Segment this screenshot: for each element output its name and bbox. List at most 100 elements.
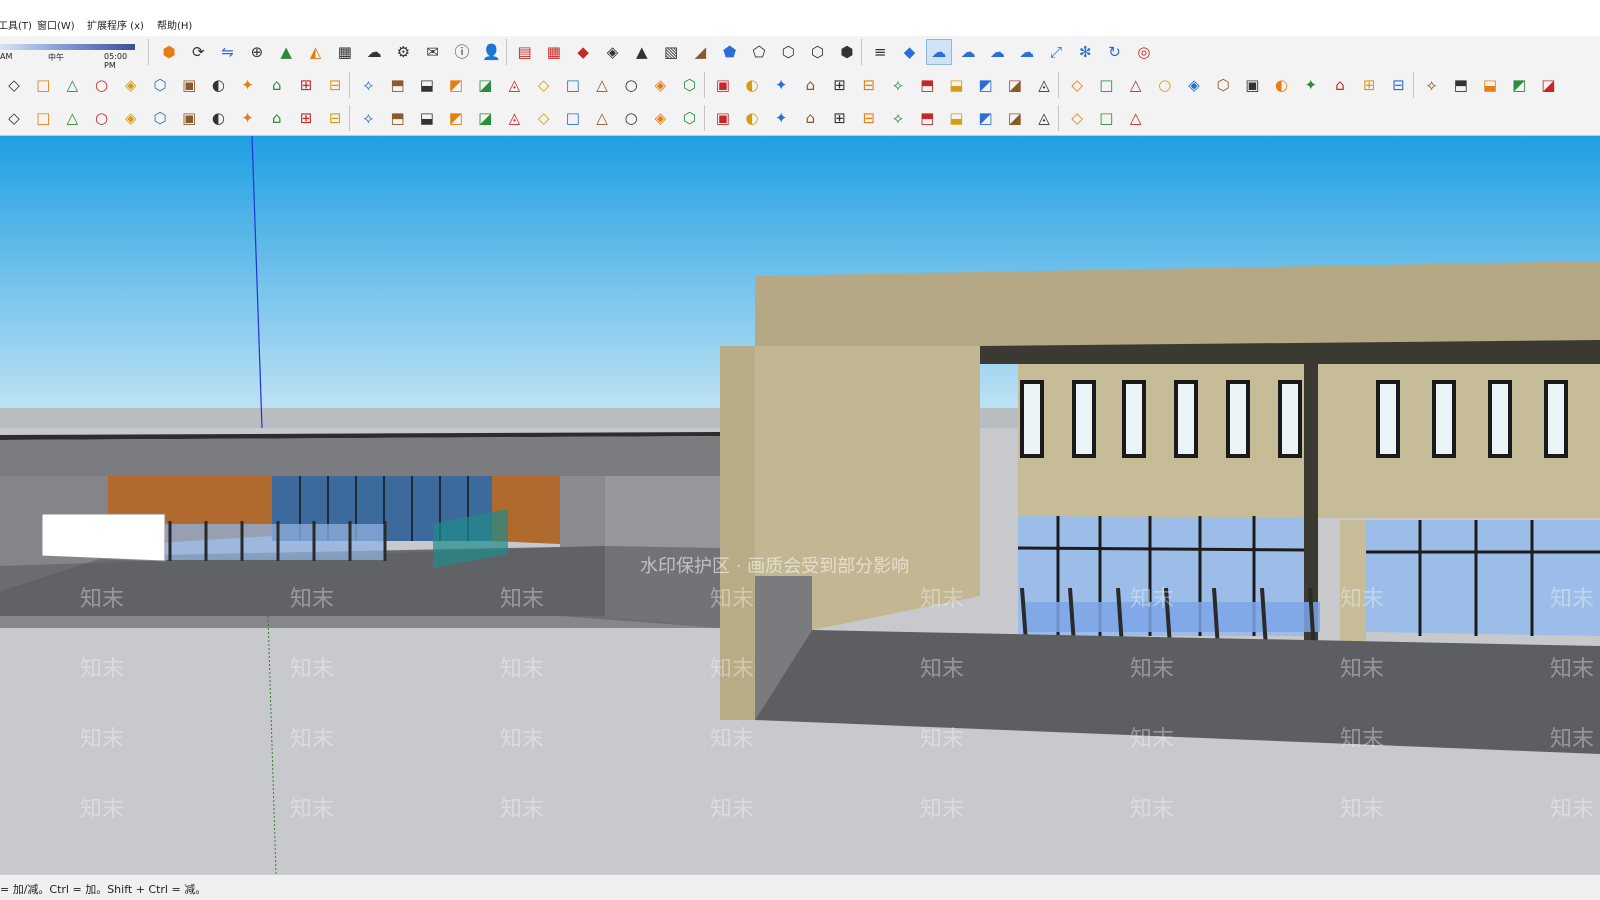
diagonal-icon[interactable]: △ <box>60 106 84 130</box>
network-icon[interactable]: ✻ <box>1073 40 1097 64</box>
cube-blue-alt-icon[interactable]: ◩ <box>974 106 998 130</box>
photo-icon[interactable]: ○ <box>1153 73 1177 97</box>
swap-red-icon[interactable]: ◬ <box>502 73 526 97</box>
scene-drawing[interactable]: 水印保护区 · 画质会受到部分影响 知末 知末 知末 知末 知末 知末 知末 知末知末 知末 知末… <box>0 136 1600 874</box>
spinner-orange-icon[interactable]: △ <box>1124 106 1148 130</box>
stamp-icon[interactable]: ◆ <box>571 40 595 64</box>
frame-icon[interactable]: ⊟ <box>323 106 347 130</box>
layers-icon[interactable]: ⬓ <box>1478 73 1502 97</box>
pages-icon[interactable]: □ <box>1094 106 1118 130</box>
checker-icon[interactable]: ▦ <box>333 40 357 64</box>
rotate-r-icon[interactable]: ◪ <box>473 106 497 130</box>
rotate-y-icon[interactable]: ⬓ <box>415 106 439 130</box>
cylinder-icon[interactable]: ⬡ <box>148 73 172 97</box>
smoove-icon[interactable]: ◈ <box>601 40 625 64</box>
peak-alt-icon[interactable]: ◬ <box>1032 106 1056 130</box>
grid-pink-icon[interactable]: ⬓ <box>944 106 968 130</box>
house-icon[interactable]: ◩ <box>974 73 998 97</box>
house-3d-icon[interactable]: ⟡ <box>886 73 910 97</box>
magnifier-icon[interactable]: ◐ <box>1270 73 1294 97</box>
user-icon[interactable]: 👤 <box>479 40 503 64</box>
compass-icon[interactable]: ○ <box>90 106 114 130</box>
cloud-share-icon[interactable]: ☁ <box>956 40 980 64</box>
chrome-icon[interactable]: ◎ <box>1132 40 1156 64</box>
s-red-icon[interactable]: ◐ <box>740 106 764 130</box>
arrow-up-red-icon[interactable]: ⊞ <box>828 73 852 97</box>
vase-icon[interactable]: ⬡ <box>678 73 702 97</box>
pill-icon[interactable]: ✦ <box>769 106 793 130</box>
tree-icon[interactable]: ▲ <box>274 40 298 64</box>
circle-arrow-icon[interactable]: ⊞ <box>294 73 318 97</box>
line-icon[interactable]: □ <box>561 73 585 97</box>
bookshelf-icon[interactable]: ✦ <box>236 106 260 130</box>
3d-text-icon[interactable]: △ <box>60 73 84 97</box>
wave-icon[interactable]: ⬓ <box>415 73 439 97</box>
check-cycle-icon[interactable]: ↻ <box>1103 40 1127 64</box>
link-icon[interactable]: ◐ <box>740 73 764 97</box>
stack-icon[interactable]: ≡ <box>868 40 892 64</box>
info-icon[interactable]: ⓘ <box>450 40 474 64</box>
folder-gold-icon[interactable]: ⌂ <box>798 73 822 97</box>
box-red-icon[interactable]: □ <box>561 106 585 130</box>
stair-alt-icon[interactable]: ✦ <box>236 73 260 97</box>
cloud-link-icon[interactable]: ☁ <box>925 39 952 65</box>
menu-tools[interactable]: 工具(T) <box>0 20 32 34</box>
tile-dark-icon[interactable]: ⟡ <box>1420 73 1444 97</box>
paint-icon[interactable]: ▲ <box>630 40 654 64</box>
cloud-icon[interactable]: ☁ <box>985 40 1009 64</box>
menu-help[interactable]: 帮助(H) <box>157 20 192 34</box>
figure-icon[interactable]: ⌂ <box>265 73 289 97</box>
cube-gray-icon[interactable]: ▣ <box>177 106 201 130</box>
menu-extensions[interactable]: 扩展程序 (x) <box>87 20 144 34</box>
home-icon[interactable]: ⬓ <box>944 73 968 97</box>
rotate-v-icon[interactable]: ◬ <box>502 106 526 130</box>
rotate-icon[interactable]: □ <box>31 73 55 97</box>
peak-icon[interactable]: ◪ <box>1003 106 1027 130</box>
box-alt-icon[interactable]: △ <box>590 106 614 130</box>
settings-icon[interactable]: ✦ <box>1299 73 1323 97</box>
gear-icon[interactable]: ⚙ <box>391 40 415 64</box>
erase-icon[interactable]: ⊟ <box>323 73 347 97</box>
mail-icon[interactable]: ✉ <box>421 40 445 64</box>
bridge-icon[interactable]: ○ <box>619 106 643 130</box>
rotate-z-icon[interactable]: ◩ <box>444 106 468 130</box>
box-icon[interactable]: ⬢ <box>835 40 859 64</box>
perspective-icon[interactable]: ○ <box>90 73 114 97</box>
cube-purple-icon[interactable]: ◐ <box>206 106 230 130</box>
stair-icon[interactable]: ◐ <box>206 73 230 97</box>
pen-icon[interactable]: □ <box>1094 73 1118 97</box>
curve-icon[interactable]: ⟡ <box>356 73 380 97</box>
grid-icon[interactable]: ▦ <box>542 40 566 64</box>
curve-blue-icon[interactable]: ◈ <box>648 106 672 130</box>
book-icon[interactable]: ▤ <box>513 40 537 64</box>
resize-icon[interactable]: ⤢ <box>1044 40 1068 64</box>
pill-bold-icon[interactable]: ⟡ <box>886 106 910 130</box>
menu-window[interactable]: 窗口(W) <box>37 20 75 34</box>
step-icon[interactable]: ◩ <box>444 73 468 97</box>
undo-icon[interactable]: ◇ <box>2 106 26 130</box>
hex-icon[interactable]: ⬡ <box>1211 73 1235 97</box>
texture-icon[interactable]: ▧ <box>659 40 683 64</box>
sketchup-logo-icon[interactable]: ⬢ <box>157 40 181 64</box>
cloud-upload-icon[interactable]: ☁ <box>362 40 386 64</box>
branch-icon[interactable]: ◈ <box>119 106 143 130</box>
front-face-icon[interactable]: ⬟ <box>718 40 742 64</box>
clipboard-icon[interactable]: ◇ <box>1065 73 1089 97</box>
time-slider-track[interactable] <box>0 44 135 50</box>
arrow-down-red-icon[interactable]: ◪ <box>473 73 497 97</box>
leaf-icon[interactable]: ✦ <box>769 73 793 97</box>
shadow-time-slider[interactable]: AM 中午 05:00 PM <box>0 40 140 70</box>
corner-icon[interactable]: ⬡ <box>678 106 702 130</box>
cube-blue-icon[interactable]: ◆ <box>898 40 922 64</box>
pill-half-icon[interactable]: ⌂ <box>798 106 822 130</box>
wood-icon[interactable]: △ <box>590 73 614 97</box>
bulb-icon[interactable]: ◈ <box>1182 73 1206 97</box>
slice-icon[interactable]: ◇ <box>532 106 556 130</box>
face-icon[interactable]: ⬡ <box>776 40 800 64</box>
house-outline-icon[interactable]: ◪ <box>1003 73 1027 97</box>
model-viewport[interactable]: 水印保护区 · 画质会受到部分影响 知末 知末 知末 知末 知末 知末 知末 知末 知末 知末 知末… <box>0 136 1600 874</box>
polyline-icon[interactable]: □ <box>31 106 55 130</box>
roof-icon[interactable]: ◬ <box>1032 73 1056 97</box>
rotate-x-icon[interactable]: ⬒ <box>386 106 410 130</box>
add-location-icon[interactable]: ⊕ <box>245 40 269 64</box>
